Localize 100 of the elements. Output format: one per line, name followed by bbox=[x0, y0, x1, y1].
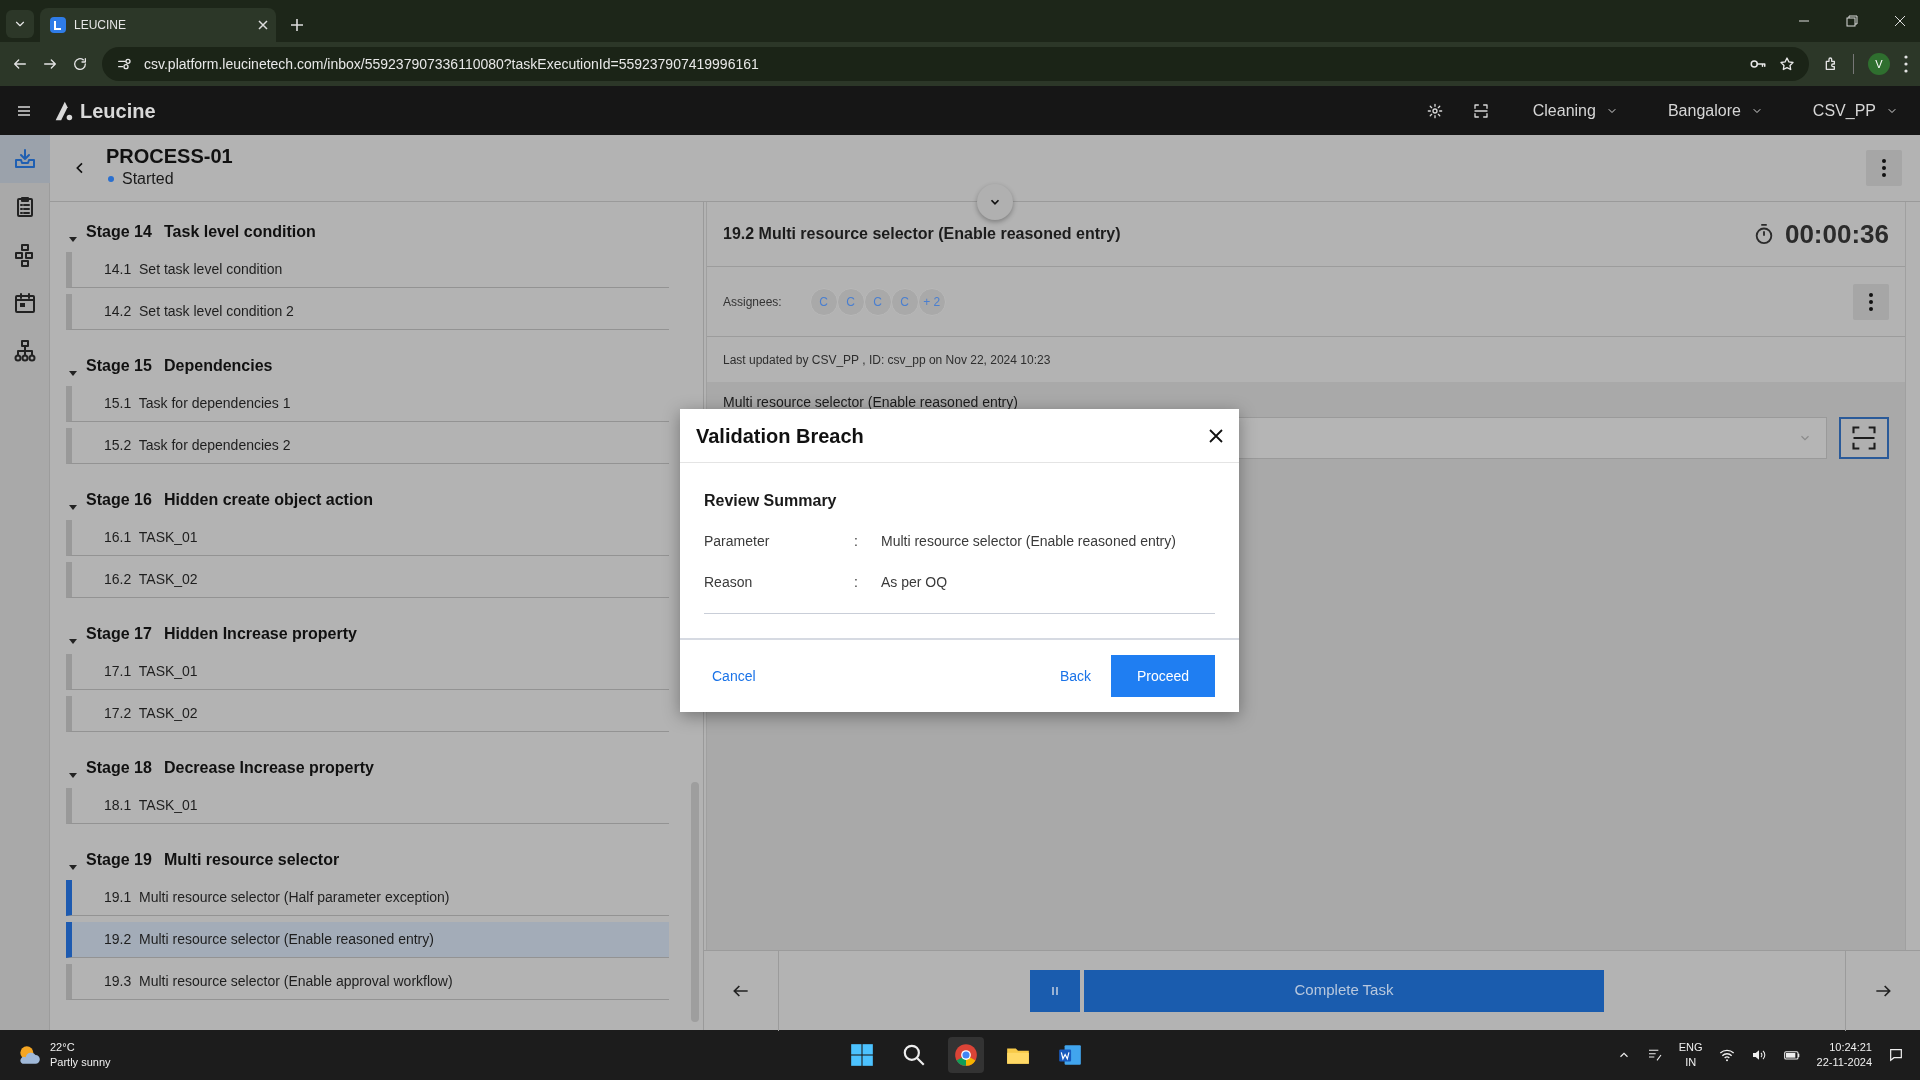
scan-icon bbox=[1850, 424, 1878, 452]
arrow-left-icon bbox=[12, 56, 28, 72]
site-settings-icon bbox=[116, 56, 132, 72]
hierarchy-icon bbox=[13, 339, 37, 363]
calendar-icon bbox=[13, 291, 37, 315]
close-window-button[interactable] bbox=[1894, 15, 1906, 27]
task-item[interactable]: 15.1 Task for dependencies 1 bbox=[66, 386, 669, 422]
kebab-icon bbox=[1904, 55, 1908, 73]
status-text: Started bbox=[122, 169, 174, 189]
windows-icon bbox=[849, 1042, 876, 1068]
header-dropdown[interactable]: Cleaning bbox=[1526, 97, 1624, 124]
cancel-button[interactable]: Cancel bbox=[704, 661, 764, 691]
complete-task-button[interactable]: Complete Task bbox=[1084, 969, 1604, 1012]
assignees-label: Assignees: bbox=[723, 293, 782, 311]
task-item[interactable]: 15.2 Task for dependencies 2 bbox=[66, 428, 669, 464]
bookmark-button[interactable] bbox=[1779, 56, 1795, 72]
close-icon bbox=[258, 20, 268, 30]
settings-button[interactable] bbox=[1426, 102, 1443, 119]
region-text: IN bbox=[1684, 1055, 1698, 1070]
stage-number: Stage 17 bbox=[86, 624, 153, 644]
timer-text: 00:00:36 bbox=[1784, 217, 1889, 251]
close-icon bbox=[1894, 15, 1906, 27]
star-icon bbox=[1779, 56, 1795, 72]
clock-time: 10:24:21 bbox=[1828, 1040, 1872, 1055]
pen-input-icon bbox=[1646, 1047, 1663, 1063]
scan-button[interactable] bbox=[1839, 417, 1889, 459]
logo-icon bbox=[50, 17, 66, 33]
task-item[interactable]: 19.2 Multi resource selector (Enable reasoned entry) bbox=[66, 922, 669, 958]
stage-number: Stage 16 bbox=[86, 490, 153, 510]
back-button[interactable]: Back bbox=[1051, 661, 1099, 691]
forward-button[interactable] bbox=[42, 56, 58, 72]
header-dropdown[interactable]: Bangalore bbox=[1661, 97, 1769, 124]
field-label: Parameter bbox=[704, 532, 771, 551]
wifi-icon bbox=[1718, 1047, 1735, 1063]
stage-number: Stage 18 bbox=[86, 758, 153, 778]
close-icon bbox=[1209, 428, 1223, 443]
parameter-label: Multi resource selector (Enable reasoned entry) bbox=[723, 393, 1019, 412]
browser-tab[interactable]: LEUCINE bbox=[40, 8, 276, 42]
close-button[interactable] bbox=[1209, 428, 1223, 443]
stage-title: Hidden Increase property bbox=[164, 624, 357, 644]
notification-icon bbox=[1888, 1047, 1904, 1063]
task-item[interactable]: 17.2 TASK_02 bbox=[66, 696, 669, 732]
pause-button[interactable] bbox=[1030, 969, 1080, 1012]
address-bar[interactable]: csv.platform.leucinetech.com/inbox/559237907336110080?taskExecutionId=559237907419996161 bbox=[102, 47, 1809, 81]
reload-button[interactable] bbox=[72, 56, 88, 72]
scan-button[interactable] bbox=[1472, 102, 1489, 119]
stage-title: Task level condition bbox=[164, 222, 316, 242]
separator-text: : bbox=[854, 532, 859, 551]
pause-icon bbox=[1050, 985, 1060, 996]
dialog-title: Validation Breach bbox=[696, 423, 864, 449]
last-updated-text: Last updated by CSV_PP , ID: csv_pp on Nov 22, 2024 10:23 bbox=[722, 351, 1052, 369]
stage-number: Stage 15 bbox=[86, 356, 153, 376]
proceed-button[interactable]: Proceed bbox=[1111, 655, 1215, 697]
process-title: PROCESS-01 bbox=[106, 145, 234, 167]
stage-title: Dependencies bbox=[164, 356, 273, 376]
task-item[interactable]: 19.1 Multi resource selector (Half parameter exception) bbox=[66, 880, 669, 916]
more-options-button[interactable] bbox=[1853, 283, 1889, 320]
close-tab-button[interactable] bbox=[258, 20, 268, 30]
settings-icon bbox=[1426, 102, 1443, 119]
field-value: Multi resource selector (Enable reasoned entry) bbox=[881, 532, 1176, 551]
task-item[interactable]: 19.3 Multi resource selector (Enable approval workflow) bbox=[66, 964, 669, 1000]
task-item[interactable]: 14.2 Set task level condition 2 bbox=[66, 294, 669, 330]
kebab-icon bbox=[1882, 159, 1886, 177]
temperature-text: 22°C bbox=[50, 1040, 76, 1055]
weather-text: Partly sunny bbox=[50, 1055, 111, 1070]
language-text: ENG bbox=[1678, 1040, 1703, 1055]
tab-title: LEUCINE bbox=[74, 17, 127, 34]
stage-title: Hidden create object action bbox=[164, 490, 373, 510]
browser-menu-button[interactable] bbox=[1904, 55, 1908, 73]
document-icon bbox=[1057, 1042, 1084, 1068]
separator-text: : bbox=[854, 573, 859, 592]
brand-name: Leucine bbox=[80, 98, 156, 124]
header-dropdown[interactable]: CSV_PP bbox=[1806, 97, 1904, 124]
browser-icon bbox=[953, 1042, 980, 1068]
scan-icon bbox=[1472, 102, 1489, 119]
restore-button[interactable] bbox=[1846, 15, 1858, 27]
task-item[interactable]: 18.1 TASK_01 bbox=[66, 788, 669, 824]
new-tab-button[interactable] bbox=[290, 18, 304, 32]
url-text: csv.platform.leucinetech.com/inbox/559237907336110080?taskExecutionId=559237907419996161 bbox=[144, 54, 760, 74]
profile-avatar[interactable]: V bbox=[1868, 53, 1890, 75]
task-title: 19.2 Multi resource selector (Enable reasoned entry) bbox=[723, 224, 1122, 244]
back-button[interactable] bbox=[12, 56, 28, 72]
task-item[interactable]: 16.2 TASK_02 bbox=[66, 562, 669, 598]
taskbar-app[interactable] bbox=[948, 1037, 985, 1073]
kebab-icon bbox=[1869, 292, 1873, 311]
section-title: Review Summary bbox=[704, 491, 838, 511]
stage-number: Stage 14 bbox=[86, 222, 153, 242]
clock-date: 22-11-2024 bbox=[1816, 1055, 1872, 1070]
arrow-right-icon bbox=[42, 56, 58, 72]
task-item[interactable]: 14.1 Set task level condition bbox=[66, 252, 669, 288]
stage-number: Stage 19 bbox=[86, 850, 153, 870]
restore-icon bbox=[1846, 15, 1858, 27]
stage-title: Multi resource selector bbox=[164, 850, 340, 870]
inbox-icon bbox=[13, 147, 37, 171]
more-options-button[interactable] bbox=[1866, 150, 1902, 186]
status-dot bbox=[108, 176, 114, 182]
task-item[interactable]: 16.1 TASK_01 bbox=[66, 520, 669, 556]
reload-icon bbox=[72, 56, 88, 72]
field-value: As per OQ bbox=[881, 573, 948, 592]
task-item[interactable]: 17.1 TASK_01 bbox=[66, 654, 669, 690]
